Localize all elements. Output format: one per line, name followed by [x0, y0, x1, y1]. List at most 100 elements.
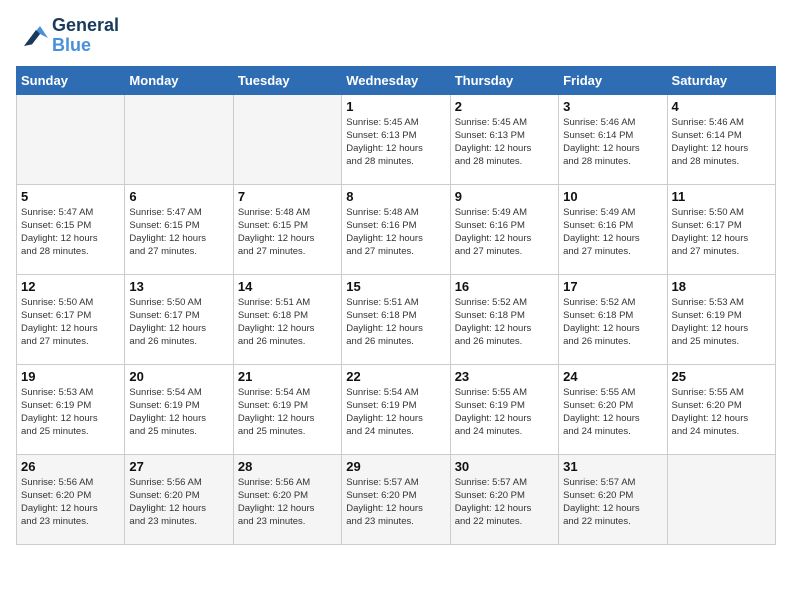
- calendar-cell: 27 Sunrise: 5:56 AM Sunset: 6:20 PM Dayli…: [125, 454, 233, 544]
- day-number: 18: [672, 279, 771, 294]
- calendar-cell: 30 Sunrise: 5:57 AM Sunset: 6:20 PM Dayli…: [450, 454, 558, 544]
- day-number: 9: [455, 189, 554, 204]
- day-info: Sunrise: 5:47 AM Sunset: 6:15 PM Dayligh…: [21, 206, 120, 259]
- day-info: Sunrise: 5:45 AM Sunset: 6:13 PM Dayligh…: [455, 116, 554, 169]
- calendar-cell: 25 Sunrise: 5:55 AM Sunset: 6:20 PM Dayli…: [667, 364, 775, 454]
- day-number: 1: [346, 99, 445, 114]
- day-number: 23: [455, 369, 554, 384]
- calendar-cell: 21 Sunrise: 5:54 AM Sunset: 6:19 PM Dayli…: [233, 364, 341, 454]
- day-info: Sunrise: 5:47 AM Sunset: 6:15 PM Dayligh…: [129, 206, 228, 259]
- calendar-week-row: 5 Sunrise: 5:47 AM Sunset: 6:15 PM Daylig…: [17, 184, 776, 274]
- calendar-cell: 5 Sunrise: 5:47 AM Sunset: 6:15 PM Daylig…: [17, 184, 125, 274]
- day-info: Sunrise: 5:45 AM Sunset: 6:13 PM Dayligh…: [346, 116, 445, 169]
- calendar-cell: 14 Sunrise: 5:51 AM Sunset: 6:18 PM Dayli…: [233, 274, 341, 364]
- day-info: Sunrise: 5:57 AM Sunset: 6:20 PM Dayligh…: [455, 476, 554, 529]
- day-number: 25: [672, 369, 771, 384]
- day-info: Sunrise: 5:46 AM Sunset: 6:14 PM Dayligh…: [672, 116, 771, 169]
- calendar-cell: [125, 94, 233, 184]
- calendar-cell: 10Sunrise: 5:49 AM Sunset: 6:16 PM Dayli…: [559, 184, 667, 274]
- day-number: 19: [21, 369, 120, 384]
- calendar-cell: 6 Sunrise: 5:47 AM Sunset: 6:15 PM Daylig…: [125, 184, 233, 274]
- day-info: Sunrise: 5:51 AM Sunset: 6:18 PM Dayligh…: [238, 296, 337, 349]
- calendar-cell: 28 Sunrise: 5:56 AM Sunset: 6:20 PM Dayli…: [233, 454, 341, 544]
- calendar-cell: 23 Sunrise: 5:55 AM Sunset: 6:19 PM Dayli…: [450, 364, 558, 454]
- weekday-header: Wednesday: [342, 66, 450, 94]
- day-info: Sunrise: 5:57 AM Sunset: 6:20 PM Dayligh…: [346, 476, 445, 529]
- day-info: Sunrise: 5:56 AM Sunset: 6:20 PM Dayligh…: [129, 476, 228, 529]
- day-number: 31: [563, 459, 662, 474]
- calendar-cell: 24Sunrise: 5:55 AM Sunset: 6:20 PM Dayli…: [559, 364, 667, 454]
- day-info: Sunrise: 5:54 AM Sunset: 6:19 PM Dayligh…: [129, 386, 228, 439]
- day-info: Sunrise: 5:46 AM Sunset: 6:14 PM Dayligh…: [563, 116, 662, 169]
- day-number: 13: [129, 279, 228, 294]
- calendar-cell: 22 Sunrise: 5:54 AM Sunset: 6:19 PM Dayli…: [342, 364, 450, 454]
- weekday-header-row: SundayMondayTuesdayWednesdayThursdayFrid…: [17, 66, 776, 94]
- calendar-cell: 11Sunrise: 5:50 AM Sunset: 6:17 PM Dayli…: [667, 184, 775, 274]
- day-number: 17: [563, 279, 662, 294]
- weekday-header: Friday: [559, 66, 667, 94]
- day-number: 30: [455, 459, 554, 474]
- calendar-table: SundayMondayTuesdayWednesdayThursdayFrid…: [16, 66, 776, 545]
- weekday-header: Sunday: [17, 66, 125, 94]
- calendar-cell: 9 Sunrise: 5:49 AM Sunset: 6:16 PM Daylig…: [450, 184, 558, 274]
- day-number: 7: [238, 189, 337, 204]
- day-info: Sunrise: 5:56 AM Sunset: 6:20 PM Dayligh…: [238, 476, 337, 529]
- calendar-cell: 19 Sunrise: 5:53 AM Sunset: 6:19 PM Dayli…: [17, 364, 125, 454]
- calendar-cell: 31 Sunrise: 5:57 AM Sunset: 6:20 PM Dayli…: [559, 454, 667, 544]
- day-info: Sunrise: 5:54 AM Sunset: 6:19 PM Dayligh…: [346, 386, 445, 439]
- day-info: Sunrise: 5:52 AM Sunset: 6:18 PM Dayligh…: [455, 296, 554, 349]
- day-number: 14: [238, 279, 337, 294]
- day-info: Sunrise: 5:50 AM Sunset: 6:17 PM Dayligh…: [21, 296, 120, 349]
- calendar-cell: 15Sunrise: 5:51 AM Sunset: 6:18 PM Dayli…: [342, 274, 450, 364]
- weekday-header: Monday: [125, 66, 233, 94]
- calendar-cell: 3 Sunrise: 5:46 AM Sunset: 6:14 PM Daylig…: [559, 94, 667, 184]
- day-number: 12: [21, 279, 120, 294]
- page-header: General Blue: [16, 16, 776, 56]
- weekday-header: Tuesday: [233, 66, 341, 94]
- calendar-cell: 17 Sunrise: 5:52 AM Sunset: 6:18 PM Dayli…: [559, 274, 667, 364]
- calendar-cell: 7Sunrise: 5:48 AM Sunset: 6:15 PM Daylig…: [233, 184, 341, 274]
- day-number: 8: [346, 189, 445, 204]
- calendar-cell: 26 Sunrise: 5:56 AM Sunset: 6:20 PM Dayli…: [17, 454, 125, 544]
- day-number: 26: [21, 459, 120, 474]
- day-info: Sunrise: 5:54 AM Sunset: 6:19 PM Dayligh…: [238, 386, 337, 439]
- calendar-cell: 18Sunrise: 5:53 AM Sunset: 6:19 PM Dayli…: [667, 274, 775, 364]
- day-info: Sunrise: 5:56 AM Sunset: 6:20 PM Dayligh…: [21, 476, 120, 529]
- day-number: 3: [563, 99, 662, 114]
- calendar-cell: 16Sunrise: 5:52 AM Sunset: 6:18 PM Dayli…: [450, 274, 558, 364]
- day-info: Sunrise: 5:49 AM Sunset: 6:16 PM Dayligh…: [563, 206, 662, 259]
- day-number: 22: [346, 369, 445, 384]
- day-info: Sunrise: 5:55 AM Sunset: 6:20 PM Dayligh…: [672, 386, 771, 439]
- day-number: 28: [238, 459, 337, 474]
- calendar-cell: [17, 94, 125, 184]
- day-number: 15: [346, 279, 445, 294]
- day-info: Sunrise: 5:52 AM Sunset: 6:18 PM Dayligh…: [563, 296, 662, 349]
- day-info: Sunrise: 5:50 AM Sunset: 6:17 PM Dayligh…: [672, 206, 771, 259]
- calendar-cell: 12 Sunrise: 5:50 AM Sunset: 6:17 PM Dayli…: [17, 274, 125, 364]
- calendar-cell: 29 Sunrise: 5:57 AM Sunset: 6:20 PM Dayli…: [342, 454, 450, 544]
- day-number: 21: [238, 369, 337, 384]
- day-number: 27: [129, 459, 228, 474]
- day-number: 29: [346, 459, 445, 474]
- calendar-cell: [233, 94, 341, 184]
- logo-icon: [16, 22, 48, 50]
- day-info: Sunrise: 5:53 AM Sunset: 6:19 PM Dayligh…: [21, 386, 120, 439]
- day-number: 6: [129, 189, 228, 204]
- day-info: Sunrise: 5:49 AM Sunset: 6:16 PM Dayligh…: [455, 206, 554, 259]
- logo-text: General Blue: [52, 16, 119, 56]
- day-number: 2: [455, 99, 554, 114]
- day-info: Sunrise: 5:48 AM Sunset: 6:16 PM Dayligh…: [346, 206, 445, 259]
- weekday-header: Thursday: [450, 66, 558, 94]
- calendar-cell: 8 Sunrise: 5:48 AM Sunset: 6:16 PM Daylig…: [342, 184, 450, 274]
- day-info: Sunrise: 5:55 AM Sunset: 6:19 PM Dayligh…: [455, 386, 554, 439]
- calendar-cell: [667, 454, 775, 544]
- day-info: Sunrise: 5:50 AM Sunset: 6:17 PM Dayligh…: [129, 296, 228, 349]
- day-info: Sunrise: 5:55 AM Sunset: 6:20 PM Dayligh…: [563, 386, 662, 439]
- calendar-cell: 2 Sunrise: 5:45 AM Sunset: 6:13 PM Daylig…: [450, 94, 558, 184]
- day-number: 5: [21, 189, 120, 204]
- day-info: Sunrise: 5:57 AM Sunset: 6:20 PM Dayligh…: [563, 476, 662, 529]
- calendar-cell: 20Sunrise: 5:54 AM Sunset: 6:19 PM Dayli…: [125, 364, 233, 454]
- calendar-week-row: 12 Sunrise: 5:50 AM Sunset: 6:17 PM Dayli…: [17, 274, 776, 364]
- calendar-cell: 4Sunrise: 5:46 AM Sunset: 6:14 PM Daylig…: [667, 94, 775, 184]
- calendar-week-row: 19 Sunrise: 5:53 AM Sunset: 6:19 PM Dayli…: [17, 364, 776, 454]
